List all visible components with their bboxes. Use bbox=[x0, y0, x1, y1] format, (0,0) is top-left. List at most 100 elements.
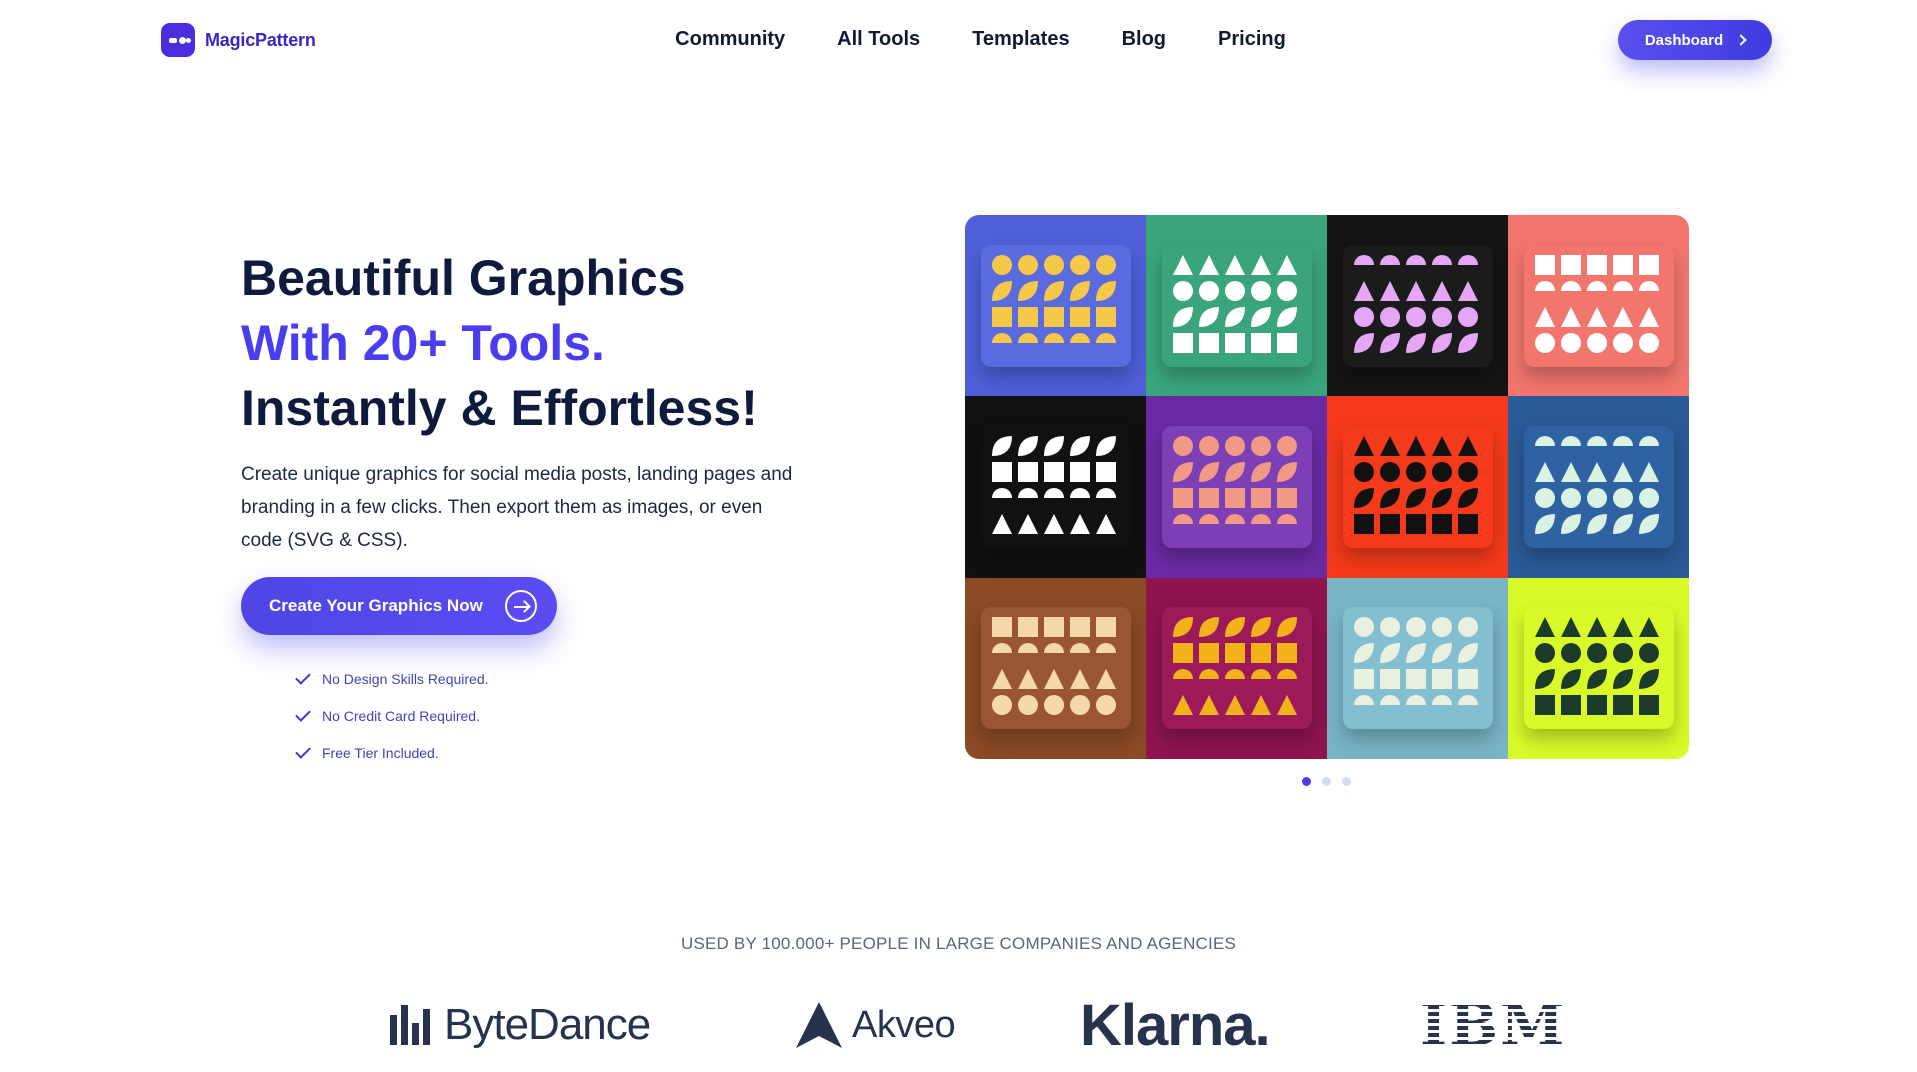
pattern-graphic bbox=[1172, 617, 1297, 716]
pattern-shape bbox=[1457, 306, 1478, 327]
pagination-dot[interactable] bbox=[1302, 777, 1311, 786]
hero-title-line-2: With 20+ Tools. bbox=[241, 315, 605, 371]
pattern-shape bbox=[1638, 254, 1659, 275]
pattern-shape bbox=[1017, 695, 1038, 716]
pattern-shape bbox=[1534, 669, 1555, 690]
pattern-graphic bbox=[1534, 435, 1659, 534]
pattern-shape bbox=[1560, 461, 1581, 482]
nav-community[interactable]: Community bbox=[675, 28, 785, 51]
akveo-logo-text: Akveo bbox=[852, 1003, 956, 1046]
pattern-shape bbox=[1250, 617, 1271, 638]
pattern-shape bbox=[1017, 617, 1038, 638]
pattern-shape bbox=[1069, 487, 1090, 498]
pattern-shape bbox=[991, 695, 1012, 716]
pattern-shape bbox=[1250, 513, 1271, 524]
pattern-shape bbox=[1276, 513, 1297, 524]
arrow-right-circle-icon bbox=[504, 590, 537, 622]
pattern-shape bbox=[1198, 643, 1219, 664]
pattern-graphic bbox=[1353, 435, 1478, 534]
pattern-shape bbox=[1353, 695, 1374, 706]
pattern-shape bbox=[1612, 306, 1633, 327]
nav-pricing[interactable]: Pricing bbox=[1218, 28, 1286, 51]
pattern-shape bbox=[1198, 695, 1219, 716]
pattern-shape bbox=[1457, 695, 1478, 706]
pattern-shape bbox=[1560, 280, 1581, 291]
klarna-logo-text: Klarna. bbox=[1080, 992, 1271, 1058]
nav-all-tools[interactable]: All Tools bbox=[837, 28, 920, 51]
pattern-shape bbox=[1276, 695, 1297, 716]
pattern-tile[interactable] bbox=[1327, 577, 1508, 759]
hero-title-line-1: Beautiful Graphics bbox=[241, 250, 686, 306]
chevron-right-icon bbox=[1735, 34, 1747, 46]
pattern-shape bbox=[1379, 617, 1400, 638]
create-graphics-button[interactable]: Create Your Graphics Now bbox=[241, 577, 557, 635]
pattern-tile[interactable] bbox=[1327, 215, 1508, 397]
pattern-tile[interactable] bbox=[1146, 396, 1327, 578]
pattern-shape bbox=[1405, 617, 1426, 638]
pagination-dot[interactable] bbox=[1342, 777, 1351, 786]
pattern-shape bbox=[1586, 306, 1607, 327]
pattern-shape bbox=[1431, 669, 1452, 690]
pattern-shape bbox=[1017, 643, 1038, 654]
pattern-tile[interactable] bbox=[1327, 396, 1508, 578]
pattern-tile[interactable] bbox=[1146, 577, 1327, 759]
pattern-shape bbox=[1560, 306, 1581, 327]
hero-title: Beautiful Graphics With 20+ Tools. Insta… bbox=[241, 246, 758, 441]
pattern-shape bbox=[1431, 695, 1452, 706]
pattern-shape bbox=[1457, 643, 1478, 664]
pattern-tile[interactable] bbox=[965, 577, 1146, 759]
pattern-shape bbox=[1069, 332, 1090, 343]
checklist-item: No Credit Card Required. bbox=[295, 697, 489, 734]
pattern-shape bbox=[1172, 280, 1193, 301]
dashboard-button[interactable]: Dashboard bbox=[1618, 20, 1772, 60]
pattern-card bbox=[1523, 244, 1674, 367]
pattern-shape bbox=[1250, 280, 1271, 301]
pattern-graphic bbox=[1534, 254, 1659, 353]
pattern-shape bbox=[1586, 280, 1607, 291]
pattern-shape bbox=[1043, 513, 1064, 534]
pattern-shape bbox=[1457, 254, 1478, 265]
pattern-shape bbox=[1457, 669, 1478, 690]
pattern-tile[interactable] bbox=[1508, 215, 1689, 397]
pattern-shape bbox=[1586, 513, 1607, 534]
pattern-shape bbox=[1379, 332, 1400, 353]
pattern-shape bbox=[1095, 643, 1116, 654]
pattern-shape bbox=[1586, 617, 1607, 638]
pattern-shape bbox=[1586, 254, 1607, 275]
pattern-shape bbox=[1353, 643, 1374, 664]
pattern-shape bbox=[1457, 461, 1478, 482]
pattern-shape bbox=[1043, 461, 1064, 482]
pattern-shape bbox=[1353, 513, 1374, 534]
pattern-tile[interactable] bbox=[965, 396, 1146, 578]
pattern-shape bbox=[1534, 332, 1555, 353]
pattern-tile[interactable] bbox=[965, 215, 1146, 397]
pattern-shape bbox=[991, 513, 1012, 534]
pattern-shape bbox=[1095, 332, 1116, 343]
pattern-shape bbox=[1431, 306, 1452, 327]
bytedance-mark-icon bbox=[390, 1005, 430, 1045]
pattern-graphic bbox=[1534, 617, 1659, 716]
pattern-tile[interactable] bbox=[1508, 396, 1689, 578]
pattern-shape bbox=[1379, 513, 1400, 534]
pattern-shape bbox=[1095, 695, 1116, 716]
pattern-shape bbox=[1276, 643, 1297, 664]
pattern-shape bbox=[1095, 306, 1116, 327]
pattern-shape bbox=[1224, 617, 1245, 638]
pattern-tile[interactable] bbox=[1508, 577, 1689, 759]
hero-description: Create unique graphics for social media … bbox=[241, 464, 793, 551]
nav-templates[interactable]: Templates bbox=[972, 28, 1069, 51]
nav-blog[interactable]: Blog bbox=[1122, 28, 1166, 51]
pattern-shape bbox=[1534, 280, 1555, 291]
pattern-shape bbox=[1172, 435, 1193, 456]
pattern-shape bbox=[1457, 332, 1478, 353]
pattern-shape bbox=[1612, 332, 1633, 353]
pattern-shape bbox=[1353, 435, 1374, 456]
pagination-dot[interactable] bbox=[1322, 777, 1331, 786]
pattern-shape bbox=[1198, 617, 1219, 638]
pattern-shape bbox=[1379, 306, 1400, 327]
pattern-shape bbox=[1043, 617, 1064, 638]
pattern-tile[interactable] bbox=[1146, 215, 1327, 397]
pattern-shape bbox=[1172, 617, 1193, 638]
pattern-shape bbox=[1638, 617, 1659, 638]
pattern-shape bbox=[1095, 280, 1116, 301]
